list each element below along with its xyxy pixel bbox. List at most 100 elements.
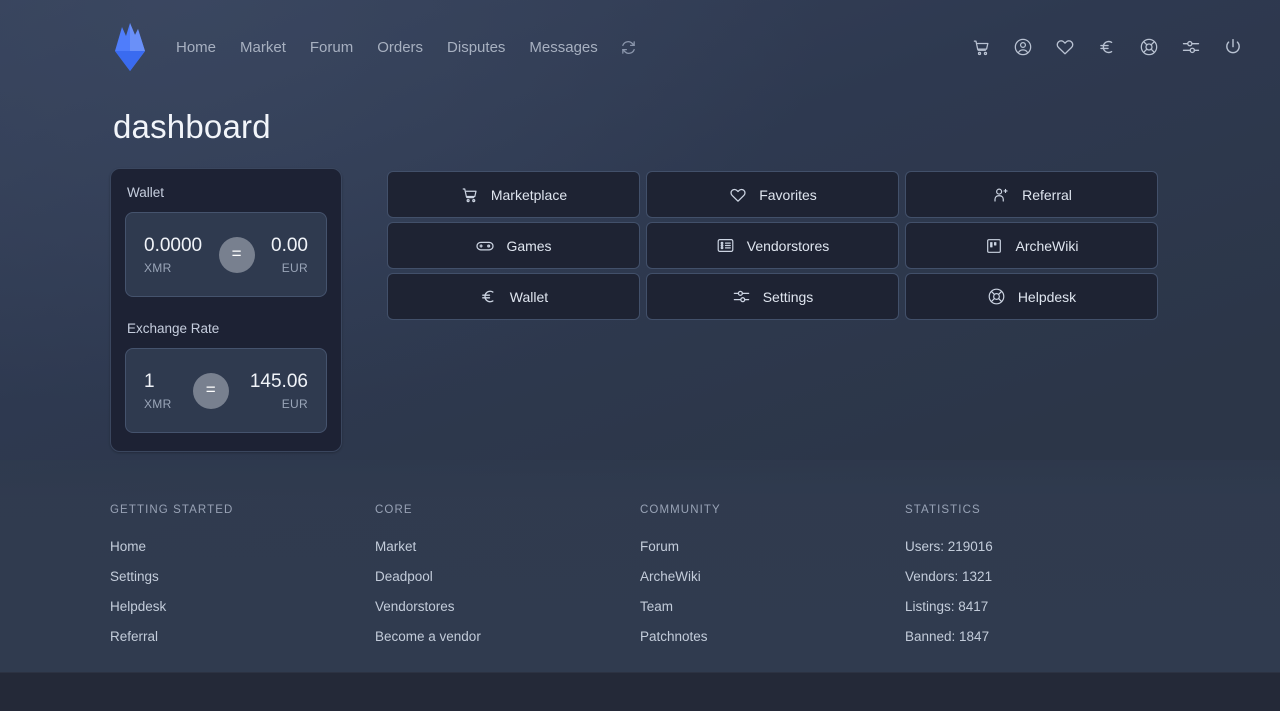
tile-games[interactable]: Games: [387, 222, 640, 269]
content-row: Wallet 0.0000 XMR = 0.00 EUR Exchange Ra…: [110, 168, 1170, 452]
account-circle-icon[interactable]: [1008, 32, 1038, 62]
site-logo[interactable]: [110, 19, 150, 75]
footer-link-home[interactable]: Home: [110, 539, 146, 554]
tile-label: Settings: [762, 288, 814, 305]
footer-column-community: COMMUNITY Forum ArcheWiki Team Patchnote…: [640, 504, 905, 646]
list-item: Become a vendor: [375, 628, 640, 646]
wallet-balance-value: 0.0000: [144, 235, 203, 257]
sliders-icon[interactable]: [1176, 32, 1206, 62]
footer-link-archewiki[interactable]: ArcheWiki: [640, 569, 701, 584]
footer-link-settings[interactable]: Settings: [110, 569, 159, 584]
nav-link-messages[interactable]: Messages: [517, 33, 609, 62]
list-item: Patchnotes: [640, 628, 905, 646]
exchange-fiat-unit: EUR: [281, 396, 308, 411]
wallet-label: Wallet: [127, 185, 165, 200]
wallet-panel: Wallet 0.0000 XMR = 0.00 EUR Exchange Ra…: [110, 168, 342, 452]
tile-referral[interactable]: Referral: [905, 171, 1158, 218]
tile-settings[interactable]: Settings: [646, 273, 899, 320]
footer-link-forum[interactable]: Forum: [640, 539, 679, 554]
footer-columns: GETTING STARTED Home Settings Helpdesk R…: [110, 504, 1170, 646]
exchange-fiat-value: 145.06: [249, 371, 308, 393]
nav-link-disputes[interactable]: Disputes: [435, 33, 517, 62]
tile-vendorstores[interactable]: Vendorstores: [646, 222, 899, 269]
nav-link-orders[interactable]: Orders: [365, 33, 435, 62]
page-title: dashboard: [113, 108, 271, 145]
wallet-balance-card: 0.0000 XMR = 0.00 EUR: [125, 212, 327, 297]
wallet-balance-fiat-unit: EUR: [281, 260, 308, 275]
list-item: Listings: 8417: [905, 598, 1170, 616]
footer-column-title: GETTING STARTED: [110, 504, 234, 516]
gamepad-icon: [475, 236, 495, 256]
nav-link-home[interactable]: Home: [164, 33, 228, 62]
wallet-balance-left: 0.0000 XMR: [144, 234, 202, 275]
dashboard-page: Home Market Forum Orders Disputes Messag…: [0, 0, 1280, 711]
footer-column-title: STATISTICS: [905, 504, 981, 516]
heart-icon: [728, 185, 748, 205]
equals-symbol: =: [205, 380, 216, 399]
stat-listings: Listings: 8417: [905, 599, 989, 614]
footer-link-deadpool[interactable]: Deadpool: [375, 569, 433, 584]
heart-icon[interactable]: [1050, 32, 1080, 62]
list-item: ArcheWiki: [640, 568, 905, 586]
exchange-left: 1 XMR: [144, 370, 172, 411]
footer-link-helpdesk[interactable]: Helpdesk: [110, 599, 166, 614]
footer-link-become-a-vendor[interactable]: Become a vendor: [375, 629, 481, 644]
refresh-icon[interactable]: [620, 39, 637, 56]
exchange-right: 145.06 EUR: [250, 370, 308, 411]
nav-link-forum[interactable]: Forum: [298, 33, 365, 62]
footer-link-vendorstores[interactable]: Vendorstores: [375, 599, 455, 614]
footer-link-patchnotes[interactable]: Patchnotes: [640, 629, 708, 644]
nav-link-market[interactable]: Market: [228, 33, 298, 62]
power-icon[interactable]: [1218, 32, 1248, 62]
tile-helpdesk[interactable]: Helpdesk: [905, 273, 1158, 320]
flame-logo-icon: [115, 23, 145, 71]
tile-label: Vendorstores: [746, 237, 830, 254]
tile-label: Wallet: [509, 288, 549, 305]
tile-archewiki[interactable]: ArcheWiki: [905, 222, 1158, 269]
lifebuoy-icon[interactable]: [1134, 32, 1164, 62]
cart-icon: [460, 185, 480, 205]
book-icon: [984, 236, 1004, 256]
list-item: Settings: [110, 568, 375, 586]
stat-banned: Banned: 1847: [905, 629, 990, 644]
list-item: Vendors: 1321: [905, 568, 1170, 586]
tile-marketplace[interactable]: Marketplace: [387, 171, 640, 218]
cart-icon[interactable]: [966, 32, 996, 62]
nav-links: Home Market Forum Orders Disputes Messag…: [164, 33, 637, 62]
euro-icon: [479, 287, 499, 307]
equals-badge: =: [192, 372, 229, 409]
sliders-icon: [732, 287, 752, 307]
tile-label: ArcheWiki: [1015, 237, 1079, 254]
tile-label: Marketplace: [490, 186, 568, 203]
tile-label: Helpdesk: [1017, 288, 1077, 305]
stat-vendors: Vendors: 1321: [905, 569, 993, 584]
list-item: Forum: [640, 538, 905, 556]
list-item: Helpdesk: [110, 598, 375, 616]
footer-link-referral[interactable]: Referral: [110, 629, 158, 644]
wallet-balance-unit: XMR: [144, 260, 172, 275]
list-card-icon: [716, 236, 736, 256]
footer-column-title: CORE: [375, 504, 413, 516]
footer-link-market[interactable]: Market: [375, 539, 416, 554]
lifebuoy-icon: [987, 287, 1007, 307]
equals-badge: =: [218, 236, 255, 273]
tile-favorites[interactable]: Favorites: [646, 171, 899, 218]
list-item: Market: [375, 538, 640, 556]
footer-stat-list: Users: 219016 Vendors: 1321 Listings: 84…: [905, 538, 1170, 646]
list-item: Deadpool: [375, 568, 640, 586]
tile-wallet[interactable]: Wallet: [387, 273, 640, 320]
exchange-rate-card: 1 XMR = 145.06 EUR: [125, 348, 327, 433]
list-item: Home: [110, 538, 375, 556]
top-navbar: Home Market Forum Orders Disputes Messag…: [0, 0, 1280, 94]
main-content: dashboard Wallet 0.0000 XMR = 0.00 EUR E…: [0, 94, 1280, 460]
footer-link-list: Home Settings Helpdesk Referral: [110, 538, 375, 646]
footer-column-core: CORE Market Deadpool Vendorstores Become…: [375, 504, 640, 646]
user-plus-icon: [991, 185, 1011, 205]
tile-label: Favorites: [759, 186, 817, 203]
footer-bottom-bar: [0, 672, 1280, 711]
wallet-balance-fiat-value: 0.00: [271, 235, 308, 257]
nav-icon-group: [966, 32, 1248, 62]
euro-icon[interactable]: [1092, 32, 1122, 62]
list-item: Banned: 1847: [905, 628, 1170, 646]
footer-link-team[interactable]: Team: [640, 599, 673, 614]
